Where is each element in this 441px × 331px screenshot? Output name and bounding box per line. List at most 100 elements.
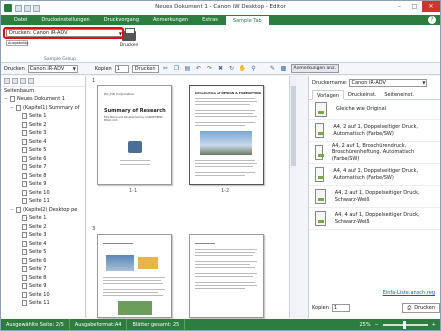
- page-icon: [22, 121, 27, 128]
- document-scrollbar[interactable]: [289, 76, 296, 318]
- tree-expander-icon[interactable]: −: [10, 104, 15, 113]
- tree-page-item[interactable]: Seite 9: [1, 282, 85, 291]
- maximize-icon[interactable]: □: [407, 1, 422, 12]
- page-icon: [22, 223, 27, 230]
- tree-page-item[interactable]: Seite 9: [1, 180, 85, 189]
- zoom-icon[interactable]: ⚲: [250, 65, 258, 73]
- move-down-icon[interactable]: [28, 78, 34, 84]
- tab-print-settings[interactable]: Druckeinstellungen: [34, 15, 96, 25]
- undo-icon[interactable]: ↶: [195, 65, 203, 73]
- tree-page-item[interactable]: Seite 5: [1, 248, 85, 257]
- annotation-tool-icon[interactable]: ✎: [269, 65, 277, 73]
- rotate-icon[interactable]: ↻: [228, 65, 236, 73]
- pan-icon[interactable]: ✋: [239, 65, 247, 73]
- tree-page-item[interactable]: Seite 8: [1, 274, 85, 283]
- tab-file[interactable]: Datei: [7, 15, 34, 25]
- tab-page-settings[interactable]: Seiteneinst.: [380, 90, 418, 100]
- favorite-label: A4, 4 auf 1, Doppelseitiger Druck, Autom…: [333, 168, 419, 181]
- tab-tools[interactable]: Extras: [195, 15, 225, 25]
- favorite-setting-item[interactable]: A4, 2 auf 1, Doppelseitiger Druck, Autom…: [309, 120, 440, 142]
- cut-icon[interactable]: ✂: [162, 65, 170, 73]
- favorite-setting-item[interactable]: A4, 4 auf 1, Doppelseitiger Druck, Schwa…: [309, 208, 440, 230]
- move-up-icon[interactable]: [20, 78, 26, 84]
- printer-name-select[interactable]: Canon iR-ADV ▼: [349, 79, 428, 87]
- page-thumbnail-1-2[interactable]: Introduction of DESIGN & FORMATTING: [189, 85, 264, 185]
- tree-page-item[interactable]: Seite 10: [1, 291, 85, 300]
- page-icon: [22, 215, 27, 222]
- tree-page-item[interactable]: Seite 2: [1, 121, 85, 130]
- page-thumbnail-2-1[interactable]: [97, 234, 172, 318]
- zoom-slider-knob[interactable]: [402, 321, 406, 329]
- favorite-setting-item[interactable]: A4, 4 auf 1, Doppelseitiger Druck, Autom…: [309, 164, 440, 186]
- panel-copies-input[interactable]: 1: [331, 304, 350, 312]
- tree-page-item[interactable]: Seite 11: [1, 197, 85, 206]
- tab-templates[interactable]: Vorlagen: [312, 90, 345, 100]
- page-icon: [22, 266, 27, 273]
- expand-icon[interactable]: [4, 78, 10, 84]
- tree-expander-icon[interactable]: −: [4, 95, 9, 104]
- tree-page-item[interactable]: Seite 1: [1, 112, 85, 121]
- minimize-icon[interactable]: –: [392, 1, 407, 12]
- tree-chapter-item[interactable]: − (Kapitel1) Summary of: [1, 104, 85, 113]
- toolbar-copies-input[interactable]: 1: [114, 64, 129, 73]
- chevron-down-icon: ▼: [422, 80, 426, 85]
- tree-item-label: Seite 2: [29, 121, 47, 128]
- zoom-out-icon[interactable]: −: [375, 322, 379, 328]
- paste-icon[interactable]: ▤: [184, 65, 192, 73]
- collapse-icon[interactable]: [12, 78, 18, 84]
- tree-page-item[interactable]: Seite 6: [1, 257, 85, 266]
- tree-page-item[interactable]: Seite 4: [1, 138, 85, 147]
- favorite-setting-item[interactable]: A4, 2 auf 1, Doppelseitiger Druck, Schwa…: [309, 186, 440, 208]
- tab-print-settings[interactable]: Druckeinst.: [344, 90, 380, 100]
- page-icon: [10, 96, 15, 103]
- toolbar-printer-select[interactable]: Canon iR-ADV ▼: [27, 64, 78, 73]
- highlight-tool-icon[interactable]: ▩: [280, 65, 288, 73]
- toolbar-print-button[interactable]: Drucken: [131, 64, 159, 73]
- photo-image: [106, 255, 134, 271]
- tree-page-item[interactable]: Seite 6: [1, 155, 85, 164]
- favorite-label: A4, 2 auf 1, Doppelseitiger Druck, Schwa…: [334, 190, 420, 203]
- toolbar-printer-value: Canon iR-ADV: [29, 65, 65, 72]
- tab-sample[interactable]: Sample Tab: [224, 15, 270, 25]
- tree-page-item[interactable]: Seite 3: [1, 129, 85, 138]
- zoom-in-icon[interactable]: +: [432, 322, 436, 328]
- favorite-setting-item[interactable]: A4, 2 auf 1, Broschürendruck, Broschüren…: [309, 142, 440, 164]
- tab-annotations[interactable]: Anmerkungen: [146, 15, 195, 25]
- page-icon: [22, 257, 27, 264]
- tree-page-item[interactable]: Seite 7: [1, 163, 85, 172]
- document-settings-icon: [315, 123, 325, 138]
- tree-document-item[interactable]: − Neues Dokument 1: [1, 95, 85, 104]
- tab-print-job[interactable]: Druckvorgang: [97, 15, 146, 25]
- tree-page-item[interactable]: Seite 11: [1, 299, 85, 308]
- page-thumbnail-1-1[interactable]: Pro_Dill Corporation Summary of Research…: [97, 85, 172, 185]
- help-icon[interactable]: ?: [428, 16, 436, 24]
- zoom-slider[interactable]: [382, 321, 428, 329]
- tree-page-item[interactable]: Seite 1: [1, 214, 85, 223]
- page-icon: [22, 240, 27, 247]
- tree-page-item[interactable]: Seite 5: [1, 146, 85, 155]
- tree-chapter-item[interactable]: − (Kapitel2) Desktop pe: [1, 206, 85, 215]
- show-annotations-button[interactable]: Anmerkungen anz.: [290, 64, 339, 73]
- output-tray-field[interactable]: Ausgabelag: [6, 40, 29, 46]
- page-thumbnail-2-2[interactable]: [189, 234, 264, 318]
- copy-icon[interactable]: ❐: [173, 65, 181, 73]
- delete-icon[interactable]: ✖: [217, 65, 225, 73]
- printer-name-value: Canon iR-ADV: [351, 80, 386, 86]
- favorites-link[interactable]: Einfa-Liste.ansch.reg: [383, 290, 435, 296]
- tree-page-item[interactable]: Seite 2: [1, 223, 85, 232]
- tree-item-label: Neues Dokument 1: [17, 96, 65, 102]
- tree-page-item[interactable]: Seite 8: [1, 172, 85, 181]
- scrollbar-thumb[interactable]: [291, 86, 296, 166]
- close-icon[interactable]: ✕: [422, 1, 440, 12]
- page-icon: [22, 283, 27, 290]
- tree-page-item[interactable]: Seite 7: [1, 265, 85, 274]
- page-caption: 1-2: [221, 188, 230, 194]
- panel-print-button[interactable]: ⎙ Drucken: [402, 303, 440, 313]
- redo-icon[interactable]: ↷: [206, 65, 214, 73]
- tree-page-item[interactable]: Seite 4: [1, 240, 85, 249]
- tree-page-item[interactable]: Seite 3: [1, 231, 85, 240]
- tree-page-item[interactable]: Seite 10: [1, 189, 85, 198]
- tree-expander-icon[interactable]: −: [10, 206, 15, 215]
- tree-item-label: Seite 3: [29, 232, 47, 238]
- favorite-setting-item[interactable]: Gleiche wie Original: [309, 100, 440, 120]
